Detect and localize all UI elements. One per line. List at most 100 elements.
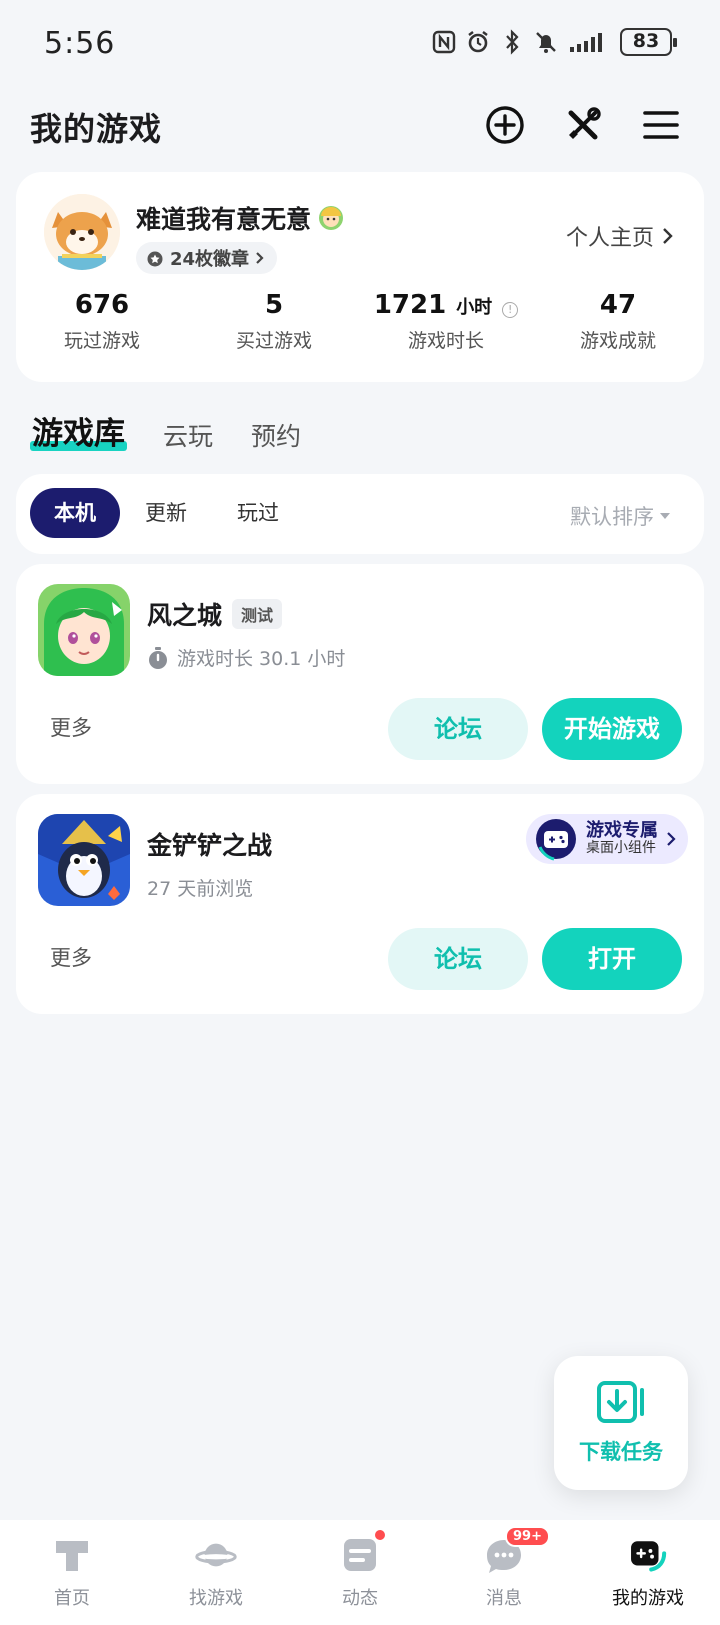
gamepad-icon: [627, 1534, 669, 1576]
signal-icon: [570, 33, 602, 52]
download-tasks-label: 下载任务: [579, 1440, 663, 1464]
chevron-right-icon: [667, 832, 676, 846]
tools-icon: [568, 107, 601, 140]
game-last-viewed: 27 天前浏览: [147, 874, 253, 901]
home-icon: [51, 1534, 93, 1576]
nav-item-home[interactable]: 首页: [0, 1520, 144, 1625]
sort-label: 默认排序: [570, 505, 654, 529]
tab-game-library[interactable]: 游戏库: [30, 408, 127, 453]
caret-down-icon: [660, 513, 670, 519]
game-name-text: 金铲铲之战: [147, 831, 273, 860]
badge-count-text: 24枚徽章: [170, 249, 250, 270]
feed-icon: [339, 1528, 387, 1576]
playtime-text: 游戏时长 30.1 小时: [177, 648, 346, 670]
test-tag: 测试: [232, 599, 283, 629]
nav-label: 消息: [486, 1588, 522, 1609]
sort-dropdown[interactable]: 默认排序: [570, 501, 670, 531]
promo-subtitle: 桌面小组件: [586, 840, 656, 857]
game-icon[interactable]: [38, 584, 130, 676]
main-tabs: 游戏库 云玩 预约: [30, 408, 301, 453]
profile-stats: 676 玩过游戏 5 买过游戏 1721 小时 ! 游戏时长 47 游戏成就: [16, 290, 704, 353]
stat-value: 47: [599, 290, 637, 320]
mute-icon: [536, 32, 556, 53]
info-icon[interactable]: !: [502, 302, 519, 318]
nav-item-my-games[interactable]: 我的游戏: [576, 1520, 720, 1625]
filter-bar: 本机 更新 玩过 默认排序: [16, 474, 704, 554]
status-icons: 83: [432, 28, 677, 56]
nav-item-messages[interactable]: 99+ 消息: [432, 1520, 576, 1625]
game-icon[interactable]: [38, 814, 130, 906]
nav-label: 找游戏: [189, 1588, 243, 1609]
filter-chip-updates[interactable]: 更新: [126, 488, 206, 538]
forum-button[interactable]: 论坛: [388, 928, 528, 990]
more-button[interactable]: 更多: [50, 712, 92, 742]
game-name-text: 风之城: [147, 601, 223, 630]
penguin-game-icon: [38, 814, 130, 906]
bluetooth-icon: [506, 29, 519, 55]
stopwatch-icon: [149, 646, 167, 669]
filter-chip-played[interactable]: 玩过: [218, 488, 298, 538]
forum-button[interactable]: 论坛: [388, 698, 528, 760]
profile-link-text: 个人主页: [565, 226, 654, 251]
game-title[interactable]: 风之城 测试: [147, 596, 283, 632]
stat-label: 游戏成就: [579, 330, 656, 352]
planet-icon: [195, 1534, 237, 1576]
tab-cloud-play[interactable]: 云玩: [163, 417, 213, 453]
dog-avatar-icon: [44, 194, 120, 270]
game-title[interactable]: 金铲铲之战: [147, 826, 272, 862]
menu-icon: [643, 111, 679, 139]
start-game-button[interactable]: 开始游戏: [542, 698, 682, 760]
promo-title: 游戏专属: [586, 820, 658, 842]
menu-button[interactable]: [638, 102, 684, 148]
profile-card: 难道我有意无意 24枚徽章 个人主页 676 玩过游戏 5 买过游戏 1721 …: [16, 172, 704, 382]
game-playtime: 游戏时长 30.1 小时: [147, 644, 345, 671]
chevron-right-icon: [663, 228, 673, 244]
stat-played-games[interactable]: 676 玩过游戏: [16, 290, 188, 353]
game-card[interactable]: 风之城 测试 游戏时长 30.1 小时 更多 论坛 开始游戏: [16, 564, 704, 784]
username-text: 难道我有意无意: [136, 205, 312, 234]
add-button[interactable]: [482, 102, 528, 148]
gamepad-widget-icon: [536, 819, 576, 861]
badge-count-pill[interactable]: 24枚徽章: [136, 242, 278, 274]
message-icon: 99+: [483, 1526, 550, 1576]
medal-icon: [147, 251, 163, 267]
open-game-button[interactable]: 打开: [542, 928, 682, 990]
more-button[interactable]: 更多: [50, 942, 92, 972]
add-icon: [486, 106, 524, 144]
notification-dot: [373, 1528, 387, 1542]
profile-link[interactable]: 个人主页: [566, 220, 674, 252]
stat-purchased-games[interactable]: 5 买过游戏: [188, 290, 360, 353]
stat-value: 5: [264, 290, 284, 320]
status-time: 5:56: [44, 26, 116, 61]
stat-unit: 小时: [456, 297, 493, 318]
last-viewed-text: 27 天前浏览: [147, 878, 254, 900]
filter-chip-local[interactable]: 本机: [30, 488, 120, 538]
game-card[interactable]: 金铲铲之战 27 天前浏览 游戏专属 桌面小组件 更多 论坛 打开: [16, 794, 704, 1014]
page-title: 我的游戏: [30, 110, 163, 148]
desktop-widget-promo[interactable]: 游戏专属 桌面小组件: [526, 814, 688, 864]
nav-item-feed[interactable]: 动态: [288, 1520, 432, 1625]
stat-label: 游戏时长: [407, 330, 484, 352]
avatar-frame-icon: [319, 206, 344, 230]
promo-text: 游戏专属 桌面小组件: [586, 821, 658, 856]
username[interactable]: 难道我有意无意: [136, 200, 345, 236]
status-bar: 5:56 83: [0, 0, 720, 90]
nav-label: 首页: [54, 1588, 90, 1609]
nav-label: 动态: [342, 1588, 378, 1609]
download-tasks-button[interactable]: 下载任务: [554, 1356, 688, 1490]
stat-value: 676: [74, 290, 130, 320]
tools-button[interactable]: [560, 102, 606, 148]
avatar[interactable]: [44, 194, 120, 270]
bottom-nav: 首页 找游戏 动态 99+ 消息 我的游戏: [0, 1520, 720, 1625]
battery-indicator: 83: [620, 28, 677, 56]
nav-label: 我的游戏: [612, 1588, 684, 1609]
tab-reservations[interactable]: 预约: [251, 417, 301, 453]
download-icon: [597, 1381, 644, 1423]
stat-achievements[interactable]: 47 游戏成就: [532, 290, 704, 353]
stat-play-time[interactable]: 1721 小时 ! 游戏时长: [360, 290, 532, 353]
stat-label: 买过游戏: [235, 330, 312, 352]
message-count-badge: 99+: [505, 1526, 550, 1547]
nav-item-discover[interactable]: 找游戏: [144, 1520, 288, 1625]
anime-girl-game-icon: [38, 584, 130, 676]
nfc-icon: [432, 30, 456, 54]
